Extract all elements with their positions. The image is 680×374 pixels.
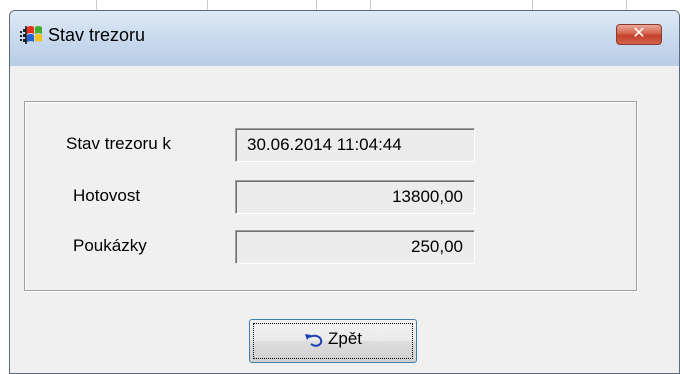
undo-arrow-icon — [304, 334, 323, 347]
title-bar[interactable]: Stav trezoru ✕ — [10, 11, 679, 66]
back-button-label: Zpět — [327, 329, 363, 348]
label-safe-status-as-of: Stav trezoru k — [66, 134, 171, 153]
app-windows-flag-icon — [20, 26, 42, 44]
close-button[interactable]: ✕ — [616, 24, 662, 45]
back-button-content: Zpět — [250, 329, 416, 349]
close-icon: ✕ — [632, 25, 646, 42]
dialog-window: Stav trezoru ✕ Stav trezoru k 30.06.2014… — [9, 10, 680, 374]
field-safe-status-datetime[interactable]: 30.06.2014 11:04:44 — [235, 128, 475, 162]
safe-status-group: Stav trezoru k 30.06.2014 11:04:44 Hotov… — [24, 101, 637, 291]
field-cash-amount[interactable]: 13800,00 — [235, 180, 475, 214]
field-vouchers-amount[interactable]: 250,00 — [235, 230, 475, 264]
window-title: Stav trezoru — [48, 25, 146, 45]
label-vouchers: Poukázky — [73, 236, 147, 255]
back-button[interactable]: Zpět — [249, 319, 417, 363]
label-cash: Hotovost — [73, 186, 141, 205]
dialog-content: Stav trezoru k 30.06.2014 11:04:44 Hotov… — [10, 66, 679, 373]
